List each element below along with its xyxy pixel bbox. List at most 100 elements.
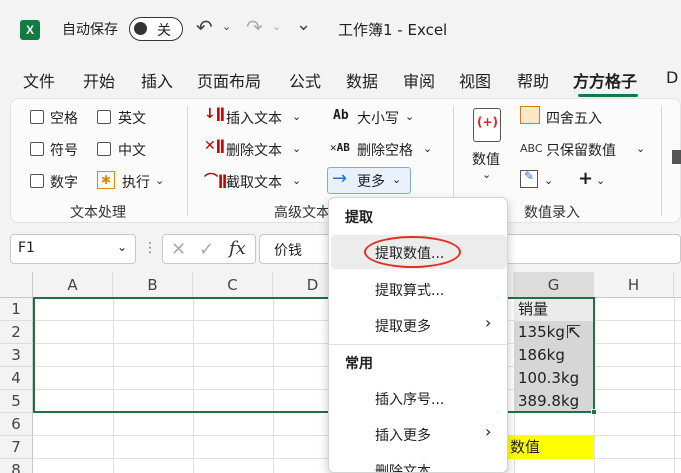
checkbox-english[interactable]: [97, 110, 111, 124]
menu-section-common: 常用: [345, 356, 373, 372]
execute-dropdown-icon[interactable]: ⌄: [155, 174, 164, 187]
fill-icon[interactable]: ✎: [520, 169, 538, 188]
tab-file[interactable]: 文件: [23, 68, 55, 92]
tab-page-layout[interactable]: 页面布局: [197, 68, 261, 92]
formula-buttons: ✕ ✓ fx: [162, 234, 256, 264]
cell-g5[interactable]: 389.8kg: [514, 390, 594, 413]
keep-numeric-button[interactable]: 只保留数值: [546, 140, 616, 160]
column-header-c[interactable]: C: [193, 272, 273, 298]
undo-dropdown-icon[interactable]: ⌄: [222, 20, 231, 33]
checkbox-chinese[interactable]: [97, 142, 111, 156]
cancel-icon[interactable]: ✕: [171, 239, 186, 260]
numeric-button[interactable]: 数值: [472, 149, 500, 169]
add-icon[interactable]: +: [578, 168, 593, 189]
insert-function-icon[interactable]: fx: [229, 238, 246, 259]
menu-item-extract-formula[interactable]: 提取算式...: [375, 280, 444, 300]
row-header-4[interactable]: 4: [0, 367, 33, 390]
numeric-doc-icon[interactable]: (+): [473, 108, 501, 142]
group-separator: [187, 106, 188, 216]
group-label-text: 文本处理: [70, 205, 126, 221]
round-button[interactable]: 四舍五入: [546, 108, 602, 128]
tab-review[interactable]: 审阅: [403, 68, 435, 92]
checkbox-symbol[interactable]: [30, 142, 44, 156]
more-button-label: 更多: [357, 174, 385, 190]
tab-insert[interactable]: 插入: [141, 68, 173, 92]
tab-formulas[interactable]: 公式: [289, 68, 321, 92]
tab-view[interactable]: 视图: [459, 68, 491, 92]
confirm-icon[interactable]: ✓: [199, 239, 214, 260]
menu-section-extract: 提取: [345, 210, 373, 226]
fill-handle[interactable]: [591, 409, 597, 415]
extract-text-button[interactable]: 截取文本: [226, 172, 282, 192]
redo-icon[interactable]: ↷: [246, 15, 263, 39]
column-header-b[interactable]: B: [113, 272, 193, 298]
delete-space-button[interactable]: 删除空格: [357, 140, 413, 160]
case-button[interactable]: 大小写: [357, 108, 399, 128]
redo-dropdown-icon[interactable]: ⌄: [272, 20, 281, 33]
customize-qat-icon[interactable]: ⌄: [296, 14, 311, 35]
menu-item-extract-more[interactable]: 提取更多: [375, 316, 431, 336]
column-header-h[interactable]: H: [594, 272, 674, 298]
row-header-8[interactable]: 8: [0, 459, 33, 473]
cell-g4[interactable]: 100.3kg: [514, 367, 594, 390]
cell-g1[interactable]: 销量: [514, 298, 594, 321]
row-header-5[interactable]: 5: [0, 390, 33, 413]
round-icon: [520, 106, 540, 124]
name-box-dropdown-icon[interactable]: ⌄: [117, 240, 127, 254]
formula-bar-options-icon[interactable]: ⋮: [143, 240, 157, 256]
delete-text-button[interactable]: 删除文本: [226, 140, 282, 160]
fill-dropdown-icon[interactable]: ⌄: [544, 174, 553, 187]
delete-text-dropdown-icon[interactable]: ⌄: [292, 142, 301, 155]
insert-text-dropdown-icon[interactable]: ⌄: [292, 110, 301, 123]
add-dropdown-icon[interactable]: ⌄: [596, 174, 605, 187]
autosave-toggle[interactable]: 关: [129, 17, 183, 41]
numeric-dropdown-icon[interactable]: ⌄: [482, 168, 491, 181]
extract-text-icon: ⌒ǁ: [204, 173, 228, 189]
execute-button[interactable]: 执行: [122, 172, 150, 192]
cell-g2[interactable]: 135kg: [514, 321, 594, 344]
delete-space-dropdown-icon[interactable]: ⌄: [423, 142, 432, 155]
tab-data[interactable]: 数据: [346, 68, 378, 92]
row-header-7[interactable]: 7: [0, 436, 33, 459]
undo-icon[interactable]: ↶: [196, 15, 213, 39]
execute-icon[interactable]: ✱: [97, 171, 115, 189]
keep-numeric-dropdown-icon[interactable]: ⌄: [636, 142, 645, 155]
select-all-corner[interactable]: [0, 272, 33, 298]
row-header-1[interactable]: 1: [0, 298, 33, 321]
row-header-2[interactable]: 2: [0, 321, 33, 344]
checkbox-number[interactable]: [30, 174, 44, 188]
group-label-advanced: 高级文本: [274, 205, 330, 221]
keep-numeric-icon: ABC: [520, 142, 543, 155]
cell-g3[interactable]: 186kg: [514, 344, 594, 367]
menu-divider: [329, 344, 507, 345]
submenu-chevron-icon: ›: [485, 313, 492, 332]
tab-help[interactable]: 帮助: [517, 68, 549, 92]
extract-text-dropdown-icon[interactable]: ⌄: [292, 174, 301, 187]
menu-item-delete-text[interactable]: 删除文本: [375, 461, 431, 472]
column-header-a[interactable]: A: [33, 272, 113, 298]
delete-text-icon: ✕ǁ: [204, 138, 225, 154]
tab-home[interactable]: 开始: [83, 68, 115, 92]
delete-space-icon: ✕AB: [330, 141, 350, 154]
insert-text-icon: ↓ǁ: [204, 106, 225, 122]
case-dropdown-icon[interactable]: ⌄: [405, 110, 414, 123]
checkbox-english-label: 英文: [118, 111, 146, 127]
menu-item-insert-seq[interactable]: 插入序号...: [375, 389, 444, 409]
formula-value: 价钱: [274, 243, 302, 259]
row-header-3[interactable]: 3: [0, 344, 33, 367]
more-dropdown-icon: ⌄: [392, 173, 402, 186]
name-box[interactable]: F1 ⌄: [10, 234, 136, 264]
grid-line: [594, 298, 595, 473]
ribbon-overflow-glyph: [672, 150, 681, 164]
insert-text-button[interactable]: 插入文本: [226, 108, 282, 128]
checkbox-space[interactable]: [30, 110, 44, 124]
column-header-g[interactable]: G: [514, 272, 594, 298]
column-header-i[interactable]: [674, 272, 681, 298]
numeric-sign-icon: (+): [477, 115, 499, 129]
tab-overflow[interactable]: D: [666, 68, 678, 87]
menu-item-insert-more[interactable]: 插入更多: [375, 425, 431, 445]
tab-fangfanggezi[interactable]: 方方格子: [573, 68, 637, 92]
row-header-6[interactable]: 6: [0, 413, 33, 436]
cell-row7-highlight[interactable]: 数值: [508, 436, 594, 459]
autosave-label: 自动保存: [62, 22, 118, 38]
